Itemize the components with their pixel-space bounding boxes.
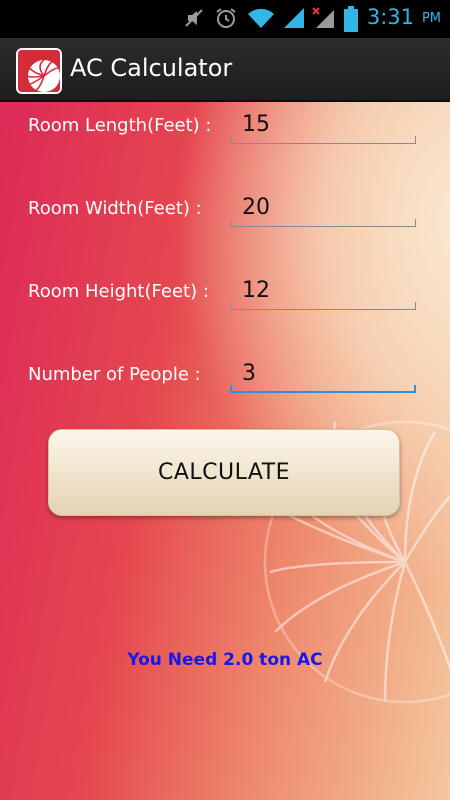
room-length-input[interactable]: 15 <box>230 108 416 144</box>
battery-icon <box>344 6 358 32</box>
alarm-icon <box>216 8 236 28</box>
result-text: You Need 2.0 ton AC <box>127 650 323 670</box>
action-bar: AC Calculator <box>0 38 450 102</box>
status-bar: 3:31 PM <box>0 0 450 38</box>
mute-icon <box>185 9 203 27</box>
people-count-label: Number of People : <box>28 364 201 385</box>
room-width-input[interactable]: 20 <box>230 191 416 227</box>
room-height-value: 12 <box>242 278 270 303</box>
wifi-icon <box>248 8 274 28</box>
room-height-label: Room Height(Feet) : <box>28 281 209 302</box>
no-signal-icon <box>312 7 334 28</box>
room-length-label: Room Length(Feet) : <box>28 115 212 136</box>
calculate-button-label: CALCULATE <box>157 460 291 485</box>
room-width-value: 20 <box>242 195 270 220</box>
app-logo-icon[interactable] <box>16 48 62 94</box>
room-height-underline <box>230 302 416 310</box>
people-count-underline <box>230 385 416 393</box>
status-ampm: PM <box>421 11 441 26</box>
people-count-value: 3 <box>242 361 256 386</box>
room-width-label: Room Width(Feet) : <box>28 198 202 219</box>
main-content: Room Length(Feet) : 15 Room Width(Feet) … <box>0 102 450 800</box>
room-length-underline <box>230 136 416 144</box>
calculate-button[interactable]: CALCULATE <box>48 429 400 516</box>
status-time: 3:31 <box>366 5 414 29</box>
room-height-input[interactable]: 12 <box>230 274 416 310</box>
signal-icon <box>284 8 304 28</box>
app-title: AC Calculator <box>70 54 233 82</box>
room-width-underline <box>230 219 416 227</box>
room-length-value: 15 <box>242 112 270 137</box>
people-count-input[interactable]: 3 <box>230 357 416 393</box>
